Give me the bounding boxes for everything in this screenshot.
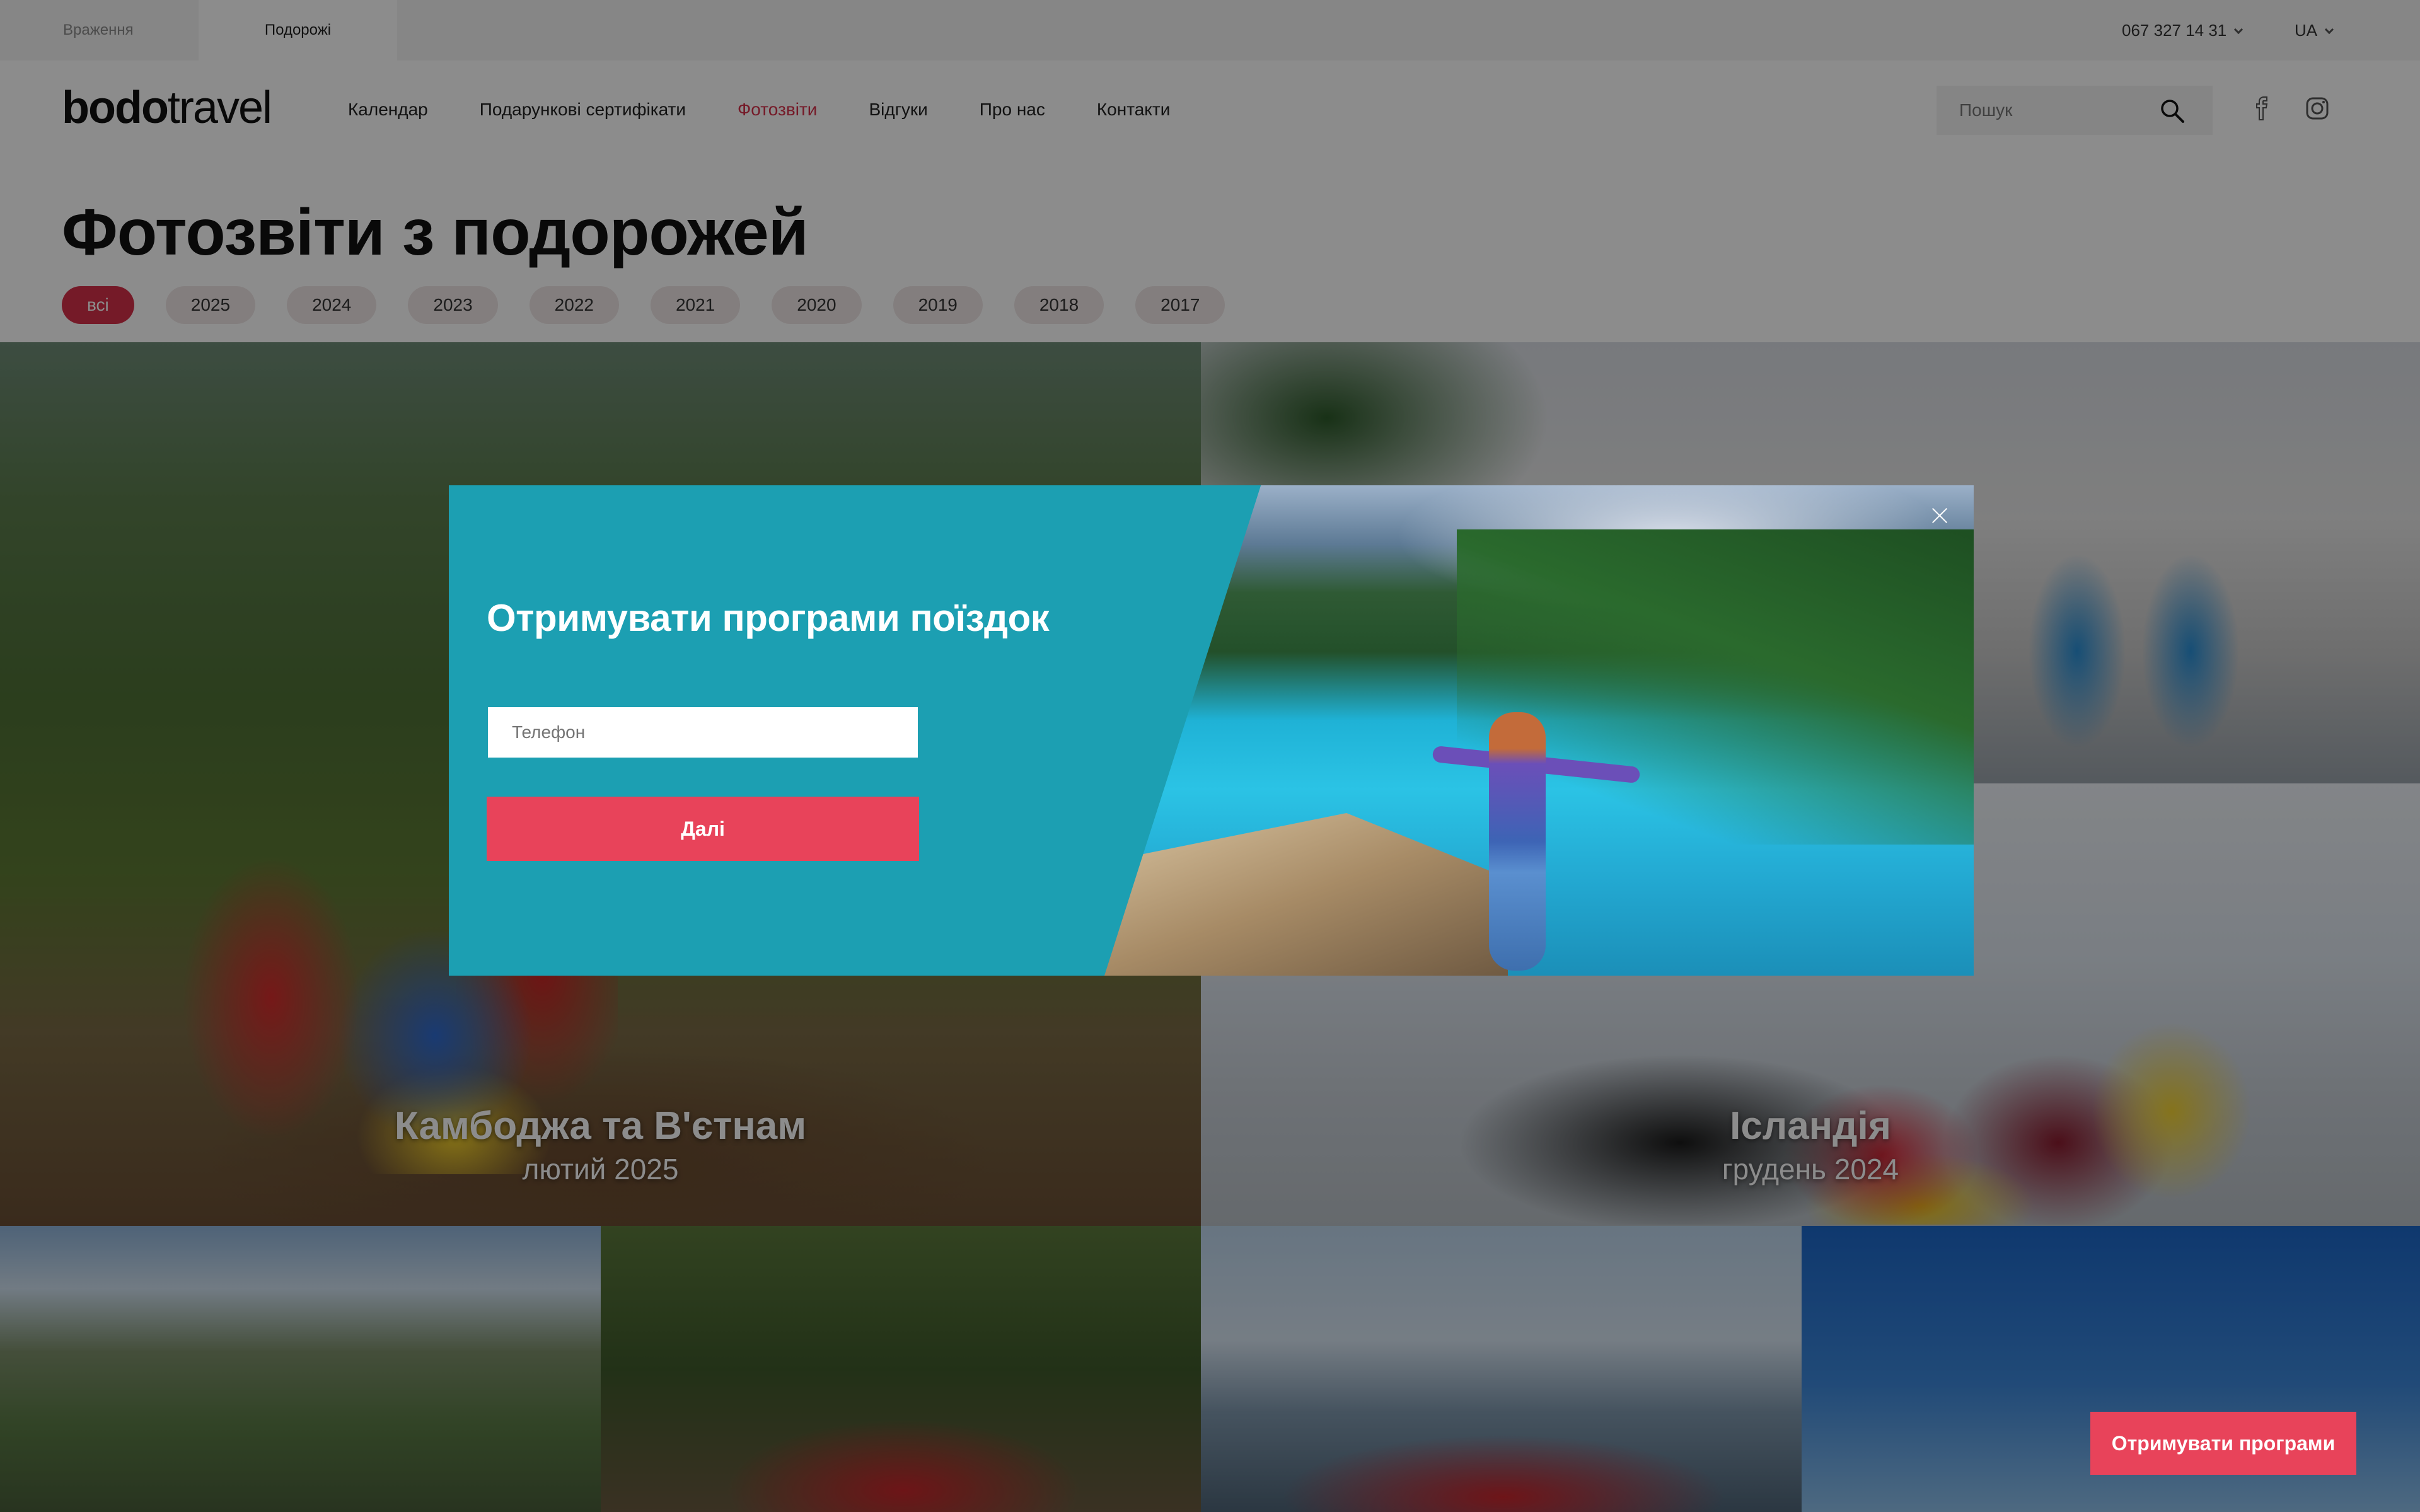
photo-person xyxy=(1489,712,1546,971)
modal-photo xyxy=(1104,485,1974,976)
close-icon[interactable] xyxy=(1928,504,1951,527)
get-programs-button[interactable]: Отримувати програми xyxy=(2090,1412,2356,1475)
photo-rock xyxy=(1104,813,1508,976)
subscribe-modal: Отримувати програми поїздок Далі xyxy=(449,485,1974,976)
next-button[interactable]: Далі xyxy=(487,797,919,861)
modal-title: Отримувати програми поїздок xyxy=(487,597,1050,639)
phone-field[interactable] xyxy=(488,707,918,758)
